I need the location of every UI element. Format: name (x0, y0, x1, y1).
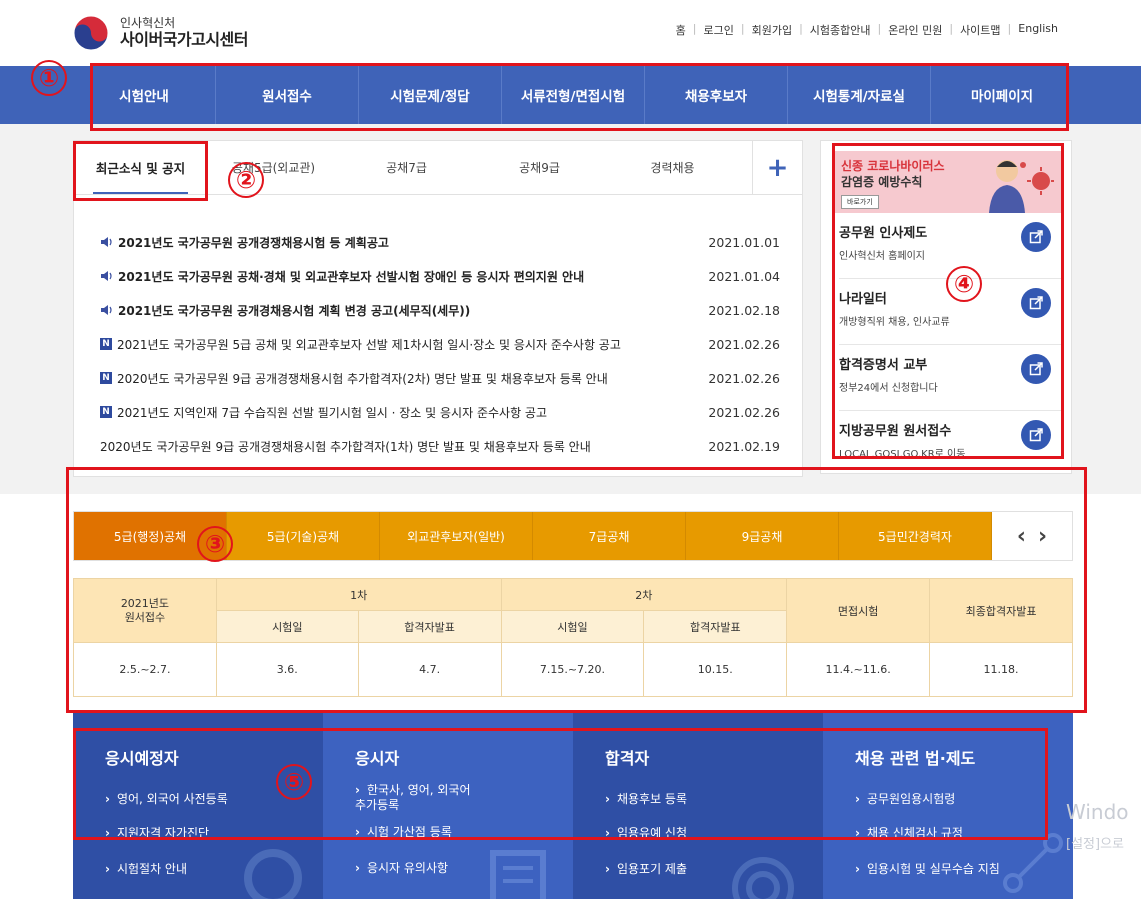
annotation-box-5 (73, 728, 1048, 840)
notice-list: 2021년도 국가공무원 공개경쟁채용시험 등 계획공고 2021.01.01 … (100, 225, 780, 463)
quick-link[interactable]: 임용시험 및 실무수습 지침 (855, 862, 1000, 877)
annotation-number-2: ② (228, 162, 264, 198)
logo-title: 사이버국가고시센터 (120, 30, 248, 49)
annotation-box-1 (90, 63, 1069, 131)
quick-link[interactable]: 시험절차 안내 (105, 862, 187, 877)
util-exam-info-link[interactable]: 시험종합안내 (803, 22, 878, 38)
windows-activation-watermark-sub: [설정]으로 (1066, 837, 1124, 852)
speaker-icon (100, 236, 114, 248)
tab-grade9[interactable]: 공채9급 (473, 141, 606, 194)
new-badge-icon: N (100, 372, 112, 384)
quick-link[interactable]: 응시자 유의사항 (355, 861, 448, 876)
target-deco-icon (732, 857, 794, 899)
notice-date: 2021.01.04 (708, 268, 780, 284)
quick-link[interactable]: 임용포기 제출 (605, 862, 687, 877)
tab-grade7[interactable]: 공채7급 (340, 141, 473, 194)
util-sitemap-link[interactable]: 사이트맵 (953, 22, 1007, 38)
util-home-link[interactable]: 홈 (669, 22, 693, 38)
windows-activation-watermark: Windo (1066, 800, 1129, 824)
new-badge-icon: N (100, 406, 112, 418)
notice-title: 2021년도 국가공무원 공개경쟁채용시험 등 계획공고 (118, 235, 389, 250)
list-item[interactable]: 2021년도 국가공무원 공개경채용시험 계획 변경 공고(세무직(세무)) 2… (100, 293, 780, 327)
speaker-icon (100, 304, 114, 316)
search-deco-icon (244, 849, 302, 899)
annotation-number-3: ③ (197, 526, 233, 562)
annotation-number-5: ⑤ (276, 764, 312, 800)
header: 인사혁신처 사이버국가고시센터 홈 | 로그인 | 회원가입 | 시험종합안내 | 온라… (0, 0, 1141, 66)
list-item[interactable]: N 2020년도 국가공무원 9급 공개경쟁채용시험 추가합격자(2차) 명단 발… (100, 361, 780, 395)
taegeuk-logo-icon (72, 14, 110, 52)
notice-date: 2021.02.18 (708, 302, 780, 318)
annotation-box-3 (66, 467, 1087, 713)
list-item[interactable]: N 2021년도 국가공무원 5급 공채 및 외교관후보자 선발 제1차시험 일시… (100, 327, 780, 361)
page: 인사혁신처 사이버국가고시센터 홈 | 로그인 | 회원가입 | 시험종합안내 | 온라… (0, 0, 1141, 899)
notice-title: 2021년도 국가공무원 공채·경채 및 외교관후보자 선발시험 장애인 등 응… (118, 269, 585, 284)
notice-title: 2021년도 국가공무원 공개경채용시험 계획 변경 공고(세무직(세무)) (118, 303, 471, 318)
tab-grade5-diplomat[interactable]: 공채5급(외교관) (207, 141, 340, 194)
notice-title: 2021년도 국가공무원 5급 공채 및 외교관후보자 선발 제1차시험 일시·… (117, 337, 621, 352)
annotation-box-4 (832, 143, 1064, 459)
list-item[interactable]: N 2021년도 지역인재 7급 수습직원 선발 필기시험 일시 · 장소 및 응… (100, 395, 780, 429)
document-deco-icon (490, 850, 546, 899)
list-item[interactable]: 2021년도 국가공무원 공채·경채 및 외교관후보자 선발시험 장애인 등 응… (100, 259, 780, 293)
notice-date: 2021.02.26 (708, 404, 780, 420)
notice-title: 2021년도 지역인재 7급 수습직원 선발 필기시험 일시 · 장소 및 응시… (117, 405, 548, 420)
annotation-box-2 (73, 141, 208, 201)
notice-date: 2021.02.26 (708, 370, 780, 386)
util-login-link[interactable]: 로그인 (696, 22, 740, 38)
speaker-icon (100, 270, 114, 282)
utility-nav: 홈 | 로그인 | 회원가입 | 시험종합안내 | 온라인 민원 | 사이트맵 | Engl… (669, 22, 1065, 38)
notice-title: 2020년도 국가공무원 9급 공개경쟁채용시험 추가합격자(2차) 명단 발표… (117, 371, 608, 386)
notice-date: 2021.02.26 (708, 336, 780, 352)
notice-title: 2020년도 국가공무원 9급 공개경쟁채용시험 추가합격자(1차) 명단 발표… (100, 439, 591, 454)
list-item[interactable]: 2021년도 국가공무원 공개경쟁채용시험 등 계획공고 2021.01.01 (100, 225, 780, 259)
list-item[interactable]: 2020년도 국가공무원 9급 공개경쟁채용시험 추가합격자(1차) 명단 발표… (100, 429, 780, 463)
util-signup-link[interactable]: 회원가입 (745, 22, 799, 38)
logo[interactable]: 인사혁신처 사이버국가고시센터 (72, 14, 248, 52)
tab-career[interactable]: 경력채용 (606, 141, 739, 194)
notice-date: 2021.01.01 (708, 234, 780, 250)
util-civil-complaint-link[interactable]: 온라인 민원 (881, 22, 949, 38)
notice-date: 2021.02.19 (708, 438, 780, 454)
annotation-number-1: ① (31, 60, 67, 96)
more-plus-icon[interactable]: + (752, 141, 802, 194)
new-badge-icon: N (100, 338, 112, 350)
annotation-number-4: ④ (946, 266, 982, 302)
util-english-link[interactable]: English (1011, 22, 1065, 38)
logo-subtitle: 인사혁신처 (120, 16, 176, 30)
